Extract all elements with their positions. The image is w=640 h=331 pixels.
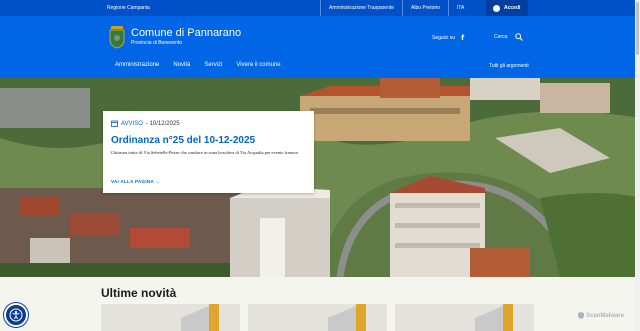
news-thumbnail[interactable] xyxy=(395,304,534,331)
megaphone-icon xyxy=(328,304,366,331)
search-label: Cerca xyxy=(494,34,508,40)
site-title[interactable]: Comune di Pannarano xyxy=(131,27,241,39)
facebook-icon[interactable]: f xyxy=(461,34,464,42)
hero-image xyxy=(0,78,640,277)
featured-news-card[interactable]: AVVISO - 10/12/2025 Ordinanza n°25 del 1… xyxy=(103,111,314,193)
scrollbar-thumb[interactable] xyxy=(636,2,639,55)
news-thumbnail[interactable] xyxy=(101,304,240,331)
search-button[interactable]: Cerca xyxy=(494,33,524,41)
card-meta: AVVISO - 10/12/2025 xyxy=(111,120,180,127)
nav-novita[interactable]: Novità xyxy=(173,62,190,68)
calendar-icon xyxy=(111,120,118,127)
card-category[interactable]: AVVISO xyxy=(121,121,143,127)
megaphone-icon xyxy=(181,304,219,331)
page-scrollbar[interactable] xyxy=(635,0,640,331)
scanmalware-label: ScanMalware xyxy=(586,312,625,319)
albo-pretorio-link[interactable]: Albo Pretorio xyxy=(402,0,448,16)
nav-servizi[interactable]: Servizi xyxy=(204,62,222,68)
social-links: Seguici su f xyxy=(432,34,464,42)
login-label: Accedi xyxy=(504,5,521,11)
megaphone-icon xyxy=(475,304,513,331)
search-icon xyxy=(515,33,524,41)
shield-icon xyxy=(578,312,584,319)
nav-all-topics[interactable]: Tutti gli argomenti xyxy=(489,63,529,69)
card-title[interactable]: Ordinanza n°25 del 10-12-2025 xyxy=(111,135,255,146)
region-link[interactable]: Regione Campania xyxy=(107,5,150,11)
latest-news-heading: Ultime novità xyxy=(101,286,177,300)
login-button[interactable]: Accedi xyxy=(486,0,528,16)
scanmalware-watermark: ScanMalware xyxy=(578,312,624,319)
language-selector[interactable]: ITA xyxy=(447,0,472,16)
card-more-link[interactable]: VAI ALLA PAGINA → xyxy=(111,179,160,184)
arrow-right-icon: → xyxy=(155,179,161,184)
user-icon xyxy=(493,4,500,12)
site-header: Comune di Pannarano Provincia di Beneven… xyxy=(0,16,640,78)
card-more-label: VAI ALLA PAGINA xyxy=(111,179,154,184)
top-links: Amministrazione Trasparente Albo Pretori… xyxy=(320,0,472,16)
trasparenza-link[interactable]: Amministrazione Trasparente xyxy=(320,0,402,16)
nav-amministrazione[interactable]: Amministrazione xyxy=(115,62,159,68)
municipal-crest-icon[interactable] xyxy=(107,25,127,49)
top-bar: Regione Campania Amministrazione Traspar… xyxy=(0,0,640,16)
main-nav: Amministrazione Novità Servizi Vivere il… xyxy=(115,62,281,68)
news-thumbnail[interactable] xyxy=(248,304,387,331)
card-description: Chiusura tratto di Via Sebetelle-Pezze c… xyxy=(111,150,299,155)
nav-vivere-il-comune[interactable]: Vivere il comune xyxy=(236,62,280,68)
card-date: - 10/12/2025 xyxy=(145,120,180,127)
accessibility-icon xyxy=(9,308,23,322)
accessibility-button[interactable] xyxy=(4,303,28,327)
site-subtitle: Provincia di Benevento xyxy=(131,40,183,46)
social-label: Seguici su xyxy=(432,35,456,41)
